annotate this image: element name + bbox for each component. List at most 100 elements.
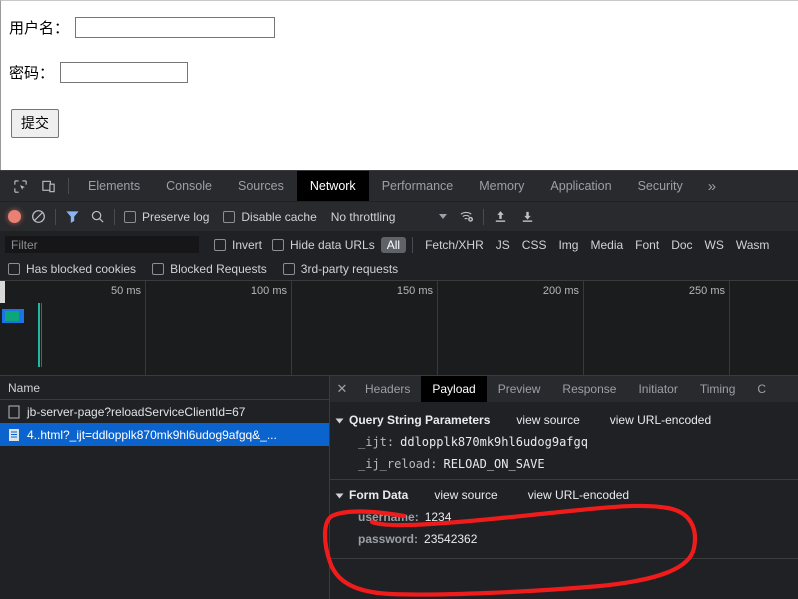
tab-security[interactable]: Security — [625, 171, 696, 201]
type-filter-font[interactable]: Font — [629, 237, 665, 253]
export-har-icon[interactable] — [520, 209, 535, 224]
password-input[interactable] — [60, 62, 189, 83]
hide-data-urls-label: Hide data URLs — [290, 237, 375, 252]
form-view-url-encoded-link[interactable]: view URL-encoded — [528, 488, 629, 502]
generic-file-icon — [8, 405, 20, 419]
type-filter-css[interactable]: CSS — [516, 237, 553, 253]
query-view-source-link[interactable]: view source — [516, 413, 579, 427]
tab-elements[interactable]: Elements — [75, 171, 153, 201]
preserve-log-box — [124, 210, 136, 223]
network-filter-bar-secondary: Has blocked cookies Blocked Requests 3rd… — [0, 257, 798, 281]
import-har-icon[interactable] — [493, 209, 508, 224]
third-party-requests-box — [282, 262, 295, 275]
chevron-down-icon — [439, 214, 448, 219]
tab-network[interactable]: Network — [296, 171, 369, 201]
ruler-tick-250ms: 250 ms — [584, 281, 730, 376]
tab-cookies[interactable]: C — [746, 376, 777, 402]
tab-initiator[interactable]: Initiator — [627, 376, 688, 402]
payload-divider — [330, 479, 798, 480]
query-string-section-header[interactable]: Query String Parameters view source view… — [330, 409, 798, 431]
wifi-settings-icon[interactable] — [459, 209, 474, 224]
document-file-icon — [8, 428, 20, 442]
tab-response[interactable]: Response — [551, 376, 627, 402]
form-view-source-link[interactable]: view source — [434, 488, 497, 502]
type-filter-ws[interactable]: WS — [699, 237, 730, 253]
filter-funnel-icon[interactable] — [65, 209, 80, 224]
filter-input[interactable] — [4, 235, 200, 254]
overview-domcontentloaded-line — [38, 303, 40, 367]
request-name: 4..html?_ijt=ddlopplk870mk9hl6udog9afgq&… — [27, 427, 277, 442]
tab-headers[interactable]: Headers — [354, 376, 421, 402]
type-filter-media[interactable]: Media — [584, 237, 629, 253]
third-party-requests-checkbox[interactable]: 3rd-party requests — [282, 261, 399, 276]
has-blocked-cookies-checkbox[interactable]: Has blocked cookies — [8, 262, 136, 276]
form-data-section-header[interactable]: Form Data view source view URL-encoded — [330, 484, 798, 506]
type-filter-fetch-xhr[interactable]: Fetch/XHR — [419, 237, 490, 253]
invert-label: Invert — [232, 237, 263, 252]
has-blocked-cookies-label: Has blocked cookies — [26, 261, 137, 276]
tab-performance[interactable]: Performance — [369, 171, 467, 201]
hide-data-urls-checkbox[interactable]: Hide data URLs — [272, 238, 375, 252]
query-param-value: RELOAD_ON_SAVE — [443, 457, 545, 471]
query-param-row: _ijt: ddlopplk870mk9hl6udog9afgq — [330, 431, 798, 453]
query-string-title: Query String Parameters — [349, 413, 491, 427]
network-toolbar: Preserve log Disable cache No throttling — [0, 202, 798, 232]
tab-preview[interactable]: Preview — [487, 376, 552, 402]
toolbar-divider-1 — [55, 208, 56, 225]
disable-cache-checkbox[interactable]: Disable cache — [223, 209, 317, 224]
record-icon[interactable] — [8, 210, 21, 223]
request-details-panel: ✕ Headers Payload Preview Response Initi… — [330, 376, 798, 599]
tab-timing[interactable]: Timing — [689, 376, 747, 402]
screenshot-root: 用户名： 密码： 提交 Elements Console Sources Net… — [0, 0, 798, 599]
hide-data-urls-box — [272, 238, 285, 251]
disable-cache-label: Disable cache — [241, 209, 317, 224]
ruler-tick-150ms: 150 ms — [292, 281, 438, 376]
type-filter-doc[interactable]: Doc — [665, 237, 698, 253]
table-row[interactable]: 4..html?_ijt=ddlopplk870mk9hl6udog9afgq&… — [0, 423, 329, 446]
submit-row: 提交 — [11, 109, 59, 138]
tab-console[interactable]: Console — [153, 171, 225, 201]
inspect-element-icon[interactable] — [6, 171, 34, 201]
clear-icon[interactable] — [31, 209, 46, 224]
chevron-down-icon — [335, 418, 344, 424]
submit-button[interactable]: 提交 — [11, 109, 59, 138]
preserve-log-checkbox[interactable]: Preserve log — [124, 210, 209, 224]
request-list-panel: Name jb-server-page?reloadServiceClientI… — [0, 376, 330, 599]
type-filter-img[interactable]: Img — [552, 237, 584, 253]
request-list-header[interactable]: Name — [0, 376, 329, 400]
throttling-dropdown[interactable]: No throttling — [331, 210, 448, 224]
type-filter-js[interactable]: JS — [490, 237, 516, 253]
table-row[interactable]: jb-server-page?reloadServiceClientId=67 — [0, 400, 329, 423]
form-data-key-username: username: — [358, 510, 419, 524]
third-party-requests-label: 3rd-party requests — [300, 261, 399, 276]
tab-application[interactable]: Application — [537, 171, 624, 201]
query-param-key: _ijt: — [358, 435, 395, 449]
close-icon[interactable]: ✕ — [330, 376, 354, 402]
form-data-value-username: 1234 — [424, 510, 452, 524]
device-toolbar-icon[interactable] — [34, 171, 62, 201]
toolbar-divider-2 — [114, 208, 115, 225]
ruler-tick-100ms: 100 ms — [146, 281, 292, 376]
details-tabstrip: ✕ Headers Payload Preview Response Initi… — [330, 376, 798, 403]
tab-sources[interactable]: Sources — [225, 171, 297, 201]
overview-request-marker — [2, 309, 24, 323]
invert-box — [214, 238, 226, 251]
form-data-title: Form Data — [349, 488, 409, 502]
blocked-requests-box — [152, 262, 165, 275]
password-row: 密码： — [9, 62, 189, 83]
invert-checkbox[interactable]: Invert — [214, 238, 262, 252]
type-filter-wasm[interactable]: Wasm — [730, 237, 776, 253]
network-overview-timeline[interactable]: 50 ms 100 ms 150 ms 200 ms 250 ms — [0, 281, 798, 376]
chevron-down-icon — [335, 493, 344, 499]
blocked-requests-checkbox[interactable]: Blocked Requests — [152, 262, 267, 276]
search-icon[interactable] — [90, 209, 105, 224]
preserve-log-label: Preserve log — [142, 209, 210, 224]
query-view-url-encoded-link[interactable]: view URL-encoded — [610, 413, 711, 427]
tab-memory[interactable]: Memory — [466, 171, 537, 201]
tab-payload[interactable]: Payload — [421, 376, 487, 402]
type-filter-all[interactable]: All — [380, 236, 407, 253]
username-input[interactable] — [75, 17, 276, 38]
form-data-value-password: 23542362 — [424, 532, 478, 546]
throttling-label: No throttling — [330, 209, 396, 224]
more-tabs-icon[interactable]: » — [696, 171, 728, 201]
